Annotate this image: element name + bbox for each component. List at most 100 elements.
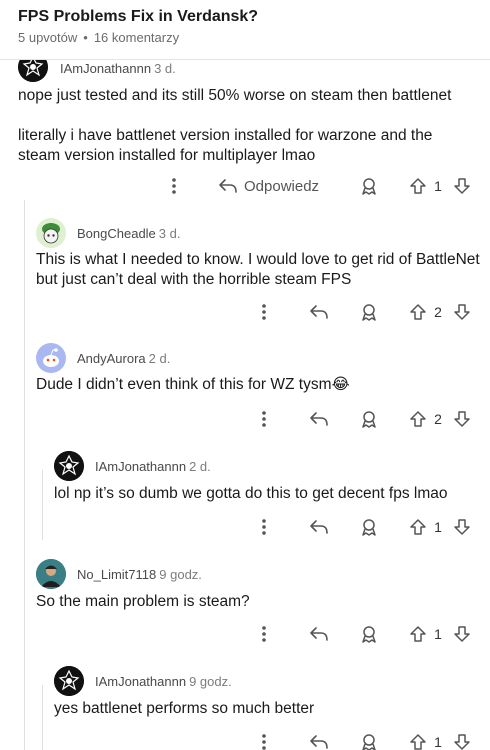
upvote-arrow-icon xyxy=(410,519,426,535)
award-icon xyxy=(362,734,376,750)
upvote-count: 5 upvotów xyxy=(18,30,78,45)
more-dots-icon xyxy=(262,519,266,535)
comment-paragraph: Dude I didn’t even think of this for WZ … xyxy=(36,376,350,393)
vote-count: 2 xyxy=(434,304,442,320)
comment-actions: 1 xyxy=(0,727,490,750)
reply-button[interactable] xyxy=(308,727,330,750)
comment-body: So the main problem is steam? xyxy=(36,592,481,612)
comment-paragraph: So the main problem is steam? xyxy=(36,593,250,610)
comment-actions: 1 xyxy=(0,619,490,649)
snoo-avatar-icon xyxy=(36,218,66,248)
comment-body: lol np it’s so dumb we gotta do this to … xyxy=(54,484,484,504)
more-options-button[interactable] xyxy=(256,727,272,750)
more-options-button[interactable] xyxy=(256,512,272,542)
reply-arrow-icon xyxy=(310,520,328,534)
comment-body: yes battlenet performs so much better xyxy=(54,699,484,719)
downvote-arrow-icon xyxy=(454,304,470,320)
upvote-button[interactable] xyxy=(408,619,428,649)
post-header: FPS Problems Fix in Verdansk? 5 upvotów •… xyxy=(0,0,490,60)
award-button[interactable] xyxy=(358,171,380,201)
upvote-arrow-icon xyxy=(410,178,426,194)
comment-author[interactable]: AndyAurora xyxy=(77,351,146,366)
comment-paragraph: yes battlenet performs so much better xyxy=(54,700,315,717)
award-button[interactable] xyxy=(358,619,380,649)
comment-actions: Odpowiedz 1 xyxy=(0,171,490,201)
reply-button[interactable] xyxy=(308,297,330,327)
upvote-button[interactable] xyxy=(408,171,428,201)
award-icon xyxy=(362,626,376,643)
upvote-arrow-icon xyxy=(410,734,426,750)
upvote-button[interactable] xyxy=(408,404,428,434)
comment-actions: 1 xyxy=(0,512,490,542)
downvote-button[interactable] xyxy=(452,404,472,434)
reply-arrow-icon xyxy=(310,735,328,749)
avatar[interactable] xyxy=(36,343,66,373)
award-icon xyxy=(362,411,376,428)
downvote-button[interactable] xyxy=(452,297,472,327)
downvote-arrow-icon xyxy=(454,178,470,194)
comment-author[interactable]: BongCheadle xyxy=(77,226,156,241)
downvote-button[interactable] xyxy=(452,171,472,201)
more-options-button[interactable] xyxy=(166,171,182,201)
comment-author[interactable]: IAmJonathannn xyxy=(60,61,151,76)
more-dots-icon xyxy=(262,734,266,750)
skull-avatar-icon xyxy=(54,451,84,481)
comment-paragraph: lol np it’s so dumb we gotta do this to … xyxy=(54,485,448,502)
comment-paragraph: literally i have battlenet version insta… xyxy=(18,127,433,164)
comment-time: 2 d. xyxy=(148,351,171,366)
comment-author-line: IAmJonathannn 9 godz. xyxy=(95,674,232,689)
avatar[interactable] xyxy=(54,666,84,696)
reply-arrow-icon xyxy=(310,627,328,641)
comment-author-line: BongCheadle 3 d. xyxy=(77,226,180,241)
award-button[interactable] xyxy=(358,404,380,434)
more-dots-icon xyxy=(262,411,266,427)
upvote-arrow-icon xyxy=(410,411,426,427)
reply-label: Odpowiedz xyxy=(244,177,320,195)
upvote-button[interactable] xyxy=(408,512,428,542)
comment-body: Dude I didn’t even think of this for WZ … xyxy=(36,375,481,395)
more-options-button[interactable] xyxy=(256,404,272,434)
reply-arrow-icon xyxy=(310,305,328,319)
comment-body: This is what I needed to know. I would l… xyxy=(36,250,481,290)
default-snoo-avatar-icon xyxy=(36,343,66,373)
reply-button[interactable]: Odpowiedz xyxy=(218,171,330,201)
reply-button[interactable] xyxy=(308,512,330,542)
award-button[interactable] xyxy=(358,512,380,542)
reply-button[interactable] xyxy=(308,619,330,649)
more-options-button[interactable] xyxy=(256,297,272,327)
comment-actions: 2 xyxy=(0,404,490,434)
more-options-button[interactable] xyxy=(256,619,272,649)
award-button[interactable] xyxy=(358,297,380,327)
vote-count: 1 xyxy=(434,178,442,194)
downvote-button[interactable] xyxy=(452,512,472,542)
reply-button[interactable] xyxy=(308,404,330,434)
comment-author-line: IAmJonathannn 3 d. xyxy=(60,61,176,76)
upvote-button[interactable] xyxy=(408,297,428,327)
downvote-button[interactable] xyxy=(452,619,472,649)
downvote-arrow-icon xyxy=(454,411,470,427)
comment-author[interactable]: IAmJonathannn xyxy=(95,459,186,474)
upvote-button[interactable] xyxy=(408,727,428,750)
avatar[interactable] xyxy=(36,559,66,589)
user-photo-avatar-icon xyxy=(36,559,66,589)
post-meta: 5 upvotów • 16 komentarzy xyxy=(18,30,179,45)
avatar[interactable] xyxy=(36,218,66,248)
award-icon xyxy=(362,304,376,321)
comment-author-line: AndyAurora 2 d. xyxy=(77,351,170,366)
post-title[interactable]: FPS Problems Fix in Verdansk? xyxy=(18,8,258,26)
vote-count: 1 xyxy=(434,734,442,750)
award-button[interactable] xyxy=(358,727,380,750)
comment-body: nope just tested and its still 50% worse… xyxy=(18,86,478,166)
vote-count: 1 xyxy=(434,626,442,642)
more-dots-icon xyxy=(172,178,176,194)
avatar[interactable] xyxy=(54,451,84,481)
reply-arrow-icon xyxy=(219,179,237,193)
downvote-arrow-icon xyxy=(454,519,470,535)
award-icon xyxy=(362,519,376,536)
comment-author-line: IAmJonathannn 2 d. xyxy=(95,459,211,474)
comment-author[interactable]: No_Limit7118 xyxy=(77,567,156,582)
comment-author[interactable]: IAmJonathannn xyxy=(95,674,186,689)
skull-avatar-icon xyxy=(54,666,84,696)
thread-line[interactable] xyxy=(24,200,25,750)
downvote-button[interactable] xyxy=(452,727,472,750)
